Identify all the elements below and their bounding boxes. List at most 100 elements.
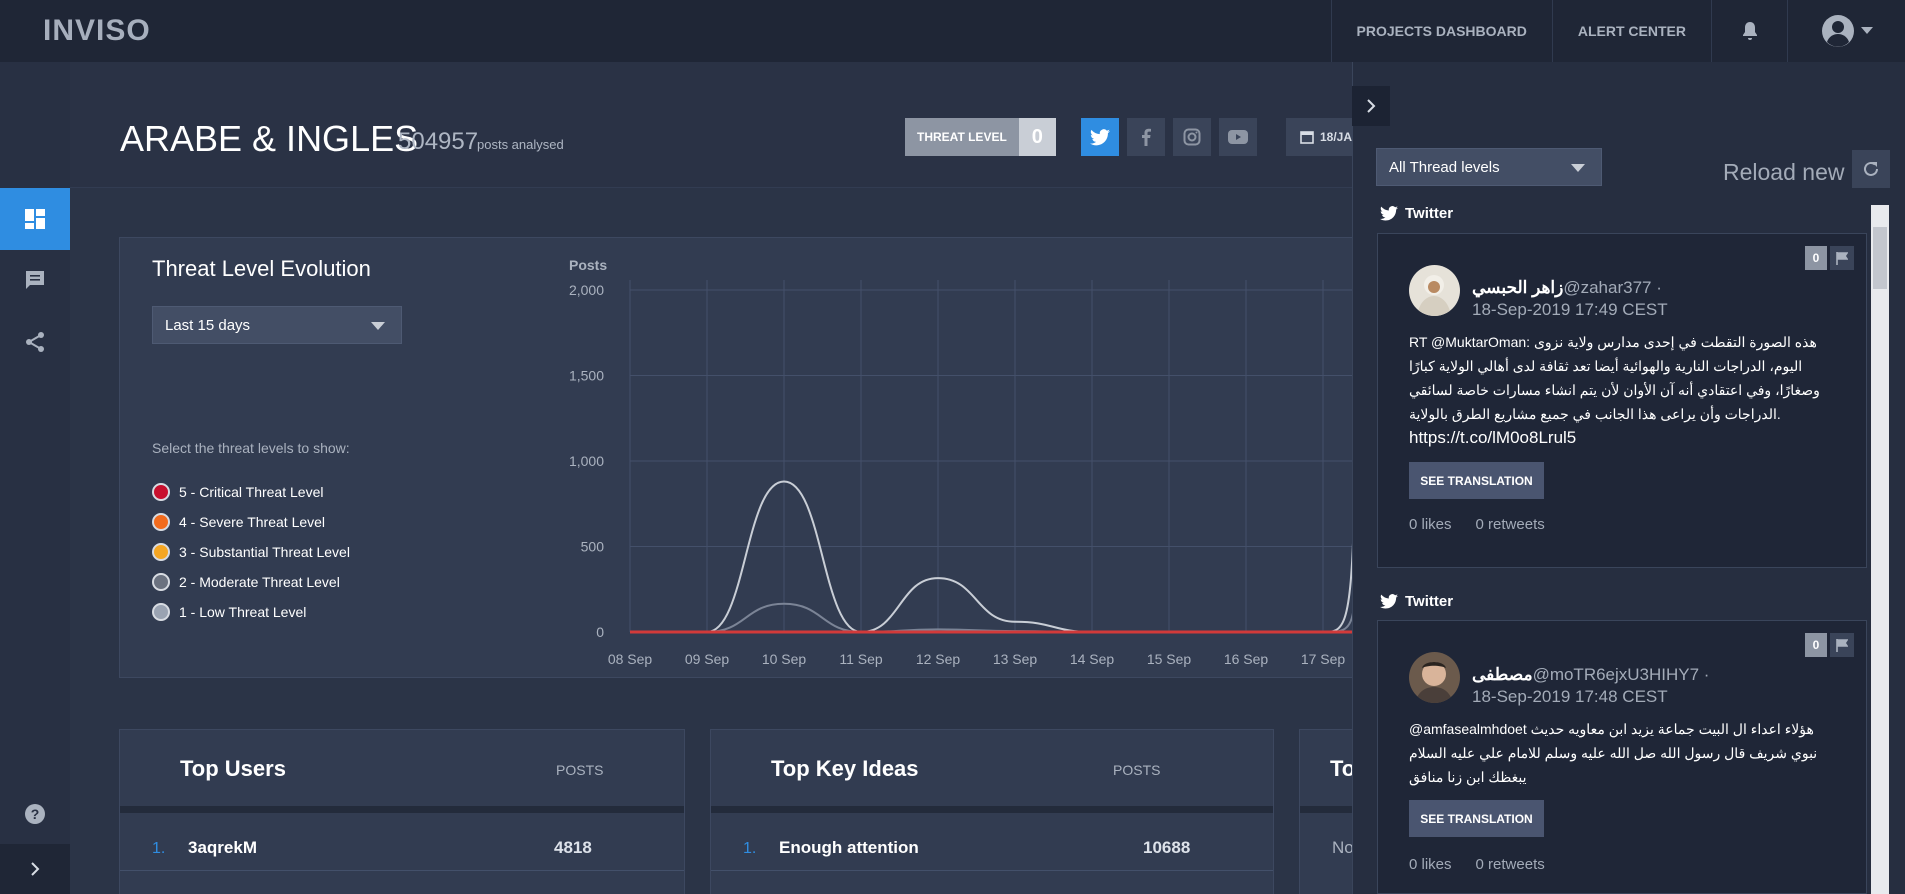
tweet-flags: 0 bbox=[1805, 246, 1854, 270]
x-tick-label: 08 Sep bbox=[608, 651, 653, 667]
posts-count: 504957 bbox=[398, 128, 479, 155]
panel-scrollbar[interactable] bbox=[1871, 205, 1889, 894]
tweet-author[interactable]: مصطفى@moTR6ejxU3HIHY7 · bbox=[1472, 665, 1709, 685]
left-sidebar: ? bbox=[0, 62, 70, 894]
user-menu-button[interactable] bbox=[1787, 0, 1905, 62]
caret-down-icon bbox=[1571, 164, 1585, 172]
tweet-flags: 0 bbox=[1805, 633, 1854, 657]
flag-icon bbox=[1836, 638, 1848, 652]
svg-text:?: ? bbox=[31, 806, 40, 822]
threat-level-label: THREAT LEVEL bbox=[905, 118, 1019, 156]
top-bar: INVISO PROJECTS DASHBOARD ALERT CENTER bbox=[0, 0, 1905, 62]
sidebar-item-share[interactable] bbox=[0, 311, 70, 373]
threat-level-value: 0 bbox=[1018, 118, 1056, 156]
x-tick-label: 12 Sep bbox=[916, 651, 961, 667]
twitter-icon bbox=[1380, 206, 1398, 221]
y-tick-label: 1,500 bbox=[569, 368, 604, 384]
flag-icon bbox=[1836, 251, 1848, 265]
see-translation-button[interactable]: SEE TRANSLATION bbox=[1409, 800, 1544, 837]
retweets-count: 0 retweets bbox=[1475, 516, 1545, 533]
calendar-icon bbox=[1300, 131, 1314, 144]
panel-collapse-button[interactable] bbox=[1352, 86, 1390, 126]
x-tick-label: 15 Sep bbox=[1147, 651, 1192, 667]
x-tick-label: 10 Sep bbox=[762, 651, 807, 667]
tweet-text: @amfasealmhdoet هؤلاء اعداء ال البيت جما… bbox=[1409, 721, 1818, 785]
instagram-filter-button[interactable] bbox=[1173, 118, 1211, 156]
top-idea-rank: 1. bbox=[743, 840, 757, 857]
chevron-right-icon bbox=[30, 862, 39, 876]
notifications-button[interactable] bbox=[1711, 0, 1787, 62]
app-logo[interactable]: INVISO bbox=[43, 14, 151, 48]
x-tick-label: 09 Sep bbox=[685, 651, 730, 667]
tweet-stats: 0 likes 0 retweets bbox=[1409, 856, 1569, 873]
nav-projects-dashboard[interactable]: PROJECTS DASHBOARD bbox=[1330, 0, 1552, 62]
top-user-rank: 1. bbox=[152, 840, 166, 857]
top-users-title: Top Users bbox=[180, 756, 286, 781]
threat-evolution-chart: Posts 2,000 1,500 1,000 500 008 Sep 09 Sep 10 S… bbox=[569, 257, 1360, 667]
threat-level-filter-select[interactable]: All Thread levels bbox=[1376, 148, 1602, 186]
youtube-filter-button[interactable] bbox=[1219, 118, 1257, 156]
source-header: Twitter bbox=[1380, 593, 1453, 610]
youtube-icon bbox=[1228, 130, 1248, 144]
y-tick-label: 0 bbox=[596, 624, 604, 640]
card-divider bbox=[120, 806, 684, 813]
top-nav: PROJECTS DASHBOARD ALERT CENTER bbox=[1330, 0, 1905, 62]
avatar[interactable] bbox=[1409, 652, 1460, 703]
share-icon bbox=[26, 332, 44, 352]
top-ideas-title: Top Key Ideas bbox=[771, 756, 919, 781]
facebook-icon bbox=[1142, 128, 1151, 146]
author-name: زاهر الحبسي bbox=[1472, 278, 1564, 297]
sidebar-item-dashboard[interactable] bbox=[0, 188, 70, 250]
tweet-author[interactable]: زاهر الحبسي@zahar377 · bbox=[1472, 278, 1662, 298]
date-range-label: 18/JA bbox=[1320, 130, 1353, 144]
flag-count: 0 bbox=[1805, 633, 1827, 657]
tweet-stats: 0 likes 0 retweets bbox=[1409, 516, 1569, 533]
help-button[interactable]: ? bbox=[0, 783, 70, 845]
posts-count-label: posts analysed bbox=[477, 137, 564, 152]
flag-count: 0 bbox=[1805, 246, 1827, 270]
y-tick-label: 1,000 bbox=[569, 453, 604, 469]
twitter-icon bbox=[1090, 128, 1110, 145]
top-users-posts-label: POSTS bbox=[556, 762, 604, 778]
top-users-card: Top Users POSTS 1. 3aqrekM 4818 bbox=[119, 729, 685, 894]
card-divider bbox=[711, 806, 1273, 813]
reload-new-label[interactable]: Reload new bbox=[1723, 159, 1844, 186]
tweet-card: 0 مصطفى@moTR6ejxU3HIHY7 · 18-Sep-2019 17… bbox=[1377, 620, 1867, 894]
flag-button[interactable] bbox=[1830, 246, 1854, 270]
help-icon: ? bbox=[25, 804, 45, 824]
likes-count: 0 likes bbox=[1409, 516, 1452, 533]
instagram-icon bbox=[1183, 128, 1201, 146]
tweet-body: @amfasealmhdoet هؤلاء اعداء ال البيت جما… bbox=[1409, 717, 1829, 789]
row-divider bbox=[120, 870, 684, 871]
nav-alert-center[interactable]: ALERT CENTER bbox=[1551, 0, 1711, 62]
see-translation-button[interactable]: SEE TRANSLATION bbox=[1409, 462, 1544, 499]
flag-button[interactable] bbox=[1830, 633, 1854, 657]
y-axis-title: Posts bbox=[569, 257, 607, 273]
refresh-icon bbox=[1864, 161, 1878, 176]
sidebar-item-messages[interactable] bbox=[0, 249, 70, 311]
tweet-date: 18-Sep-2019 17:48 CEST bbox=[1472, 687, 1668, 706]
series-line bbox=[630, 602, 1355, 634]
reload-button[interactable] bbox=[1852, 150, 1890, 188]
threat-level-badge[interactable]: THREAT LEVEL 0 bbox=[905, 118, 1056, 156]
dashboard-icon bbox=[25, 209, 45, 229]
sidebar-expand-button[interactable] bbox=[0, 844, 70, 894]
tweet-link[interactable]: https://t.co/lM0o8Lrul5 bbox=[1409, 426, 1829, 450]
x-tick-label: 13 Sep bbox=[993, 651, 1038, 667]
chevron-right-icon bbox=[1366, 99, 1375, 113]
source-label: Twitter bbox=[1405, 205, 1454, 222]
top-key-ideas-card: Top Key Ideas POSTS 1. Enough attention … bbox=[710, 729, 1274, 894]
source-label: Twitter bbox=[1405, 593, 1454, 610]
top-user-name[interactable]: 3aqrekM bbox=[188, 838, 257, 858]
top-ideas-posts-label: POSTS bbox=[1113, 762, 1161, 778]
top-idea-name[interactable]: Enough attention bbox=[779, 838, 919, 858]
threat-level-evolution-card: Threat Level Evolution Last 15 days Sele… bbox=[119, 237, 1360, 678]
twitter-filter-button[interactable] bbox=[1081, 118, 1119, 156]
author-handle: @zahar377 · bbox=[1563, 278, 1662, 297]
scrollbar-thumb[interactable] bbox=[1873, 227, 1887, 289]
series-line bbox=[630, 480, 1355, 634]
likes-count: 0 likes bbox=[1409, 856, 1452, 873]
x-tick-label: 11 Sep bbox=[839, 651, 883, 667]
facebook-filter-button[interactable] bbox=[1127, 118, 1165, 156]
avatar[interactable] bbox=[1409, 265, 1460, 316]
